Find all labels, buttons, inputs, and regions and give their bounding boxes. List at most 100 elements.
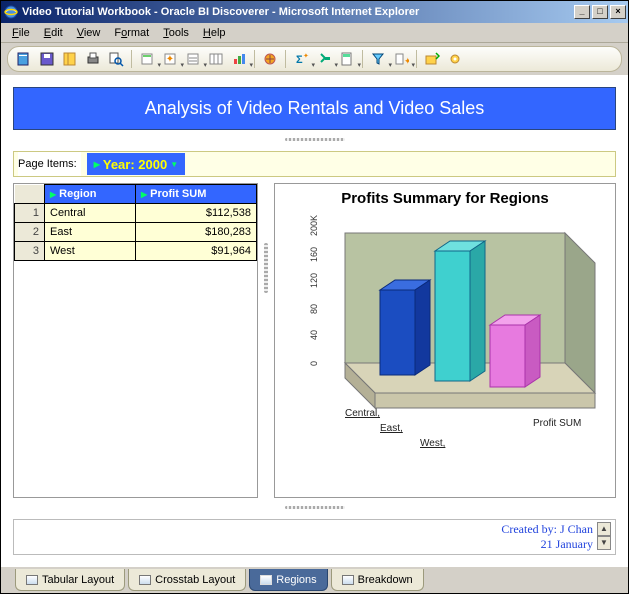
close-button[interactable]: × xyxy=(610,5,626,19)
svg-text:West,: West, xyxy=(420,438,445,449)
export-icon[interactable] xyxy=(422,49,442,69)
svg-text:160: 160 xyxy=(309,247,319,262)
page-items-bar: Page Items: ▶ Year: 2000 ▼ xyxy=(13,151,616,177)
menu-format[interactable]: Format xyxy=(107,25,156,41)
col-profit[interactable]: ▶Profit SUM xyxy=(135,185,256,204)
svg-text:✦: ✦ xyxy=(303,52,309,60)
splitter-horizontal-2[interactable] xyxy=(285,506,345,509)
cell-profit: $180,283 xyxy=(135,223,256,242)
report-banner: Analysis of Video Rentals and Video Sale… xyxy=(13,87,616,130)
svg-text:40: 40 xyxy=(309,330,319,340)
cell-region: Central xyxy=(45,204,136,223)
report-title: Analysis of Video Rentals and Video Sale… xyxy=(145,98,485,118)
maximize-button[interactable]: □ xyxy=(592,5,608,19)
bar-east[interactable] xyxy=(435,241,485,381)
year-value: 2000 xyxy=(138,157,167,172)
parameters-icon[interactable]: ✦ xyxy=(391,49,411,69)
data-table-pane: ▶Region ▶Profit SUM 1 Central $112,538 2… xyxy=(13,183,258,498)
year-selector[interactable]: ▶ Year: 2000 ▼ xyxy=(87,153,185,175)
drill-icon[interactable] xyxy=(260,49,280,69)
sheet-icon xyxy=(260,575,272,585)
splitter-vertical[interactable] xyxy=(264,243,268,293)
new-sheet-icon[interactable]: ✦ xyxy=(160,49,180,69)
created-date-text: 21 January xyxy=(501,537,593,552)
minimize-button[interactable]: _ xyxy=(574,5,590,19)
menubar: File Edit View Format Tools Help xyxy=(1,23,628,43)
chart-pane: Profits Summary for Regions xyxy=(274,183,616,498)
conditions-icon[interactable] xyxy=(368,49,388,69)
app-window: Video Tutorial Workbook - Oracle BI Disc… xyxy=(0,0,629,594)
page-items-label: Page Items: xyxy=(18,152,81,176)
open-icon[interactable] xyxy=(14,49,34,69)
y-axis-ticks: 0 40 80 120 160 200K xyxy=(309,215,319,366)
toolbar: ✦ Σ✦ ✦ xyxy=(1,43,628,75)
chart-title: Profits Summary for Regions xyxy=(281,190,609,207)
svg-text:200K: 200K xyxy=(309,215,319,236)
svg-text:0: 0 xyxy=(309,361,319,366)
year-label: Year: xyxy=(103,157,135,172)
menu-file[interactable]: File xyxy=(5,25,37,41)
svg-text:East,: East, xyxy=(380,423,403,434)
created-by-text: Created by: J Chan xyxy=(501,522,593,537)
workbook-icon[interactable] xyxy=(60,49,80,69)
svg-text:Central,: Central, xyxy=(345,408,380,419)
row-header: 2 xyxy=(15,223,45,242)
edit-sheet-icon[interactable] xyxy=(183,49,203,69)
titlebar[interactable]: Video Tutorial Workbook - Oracle BI Disc… xyxy=(1,1,628,23)
svg-text:Σ: Σ xyxy=(296,54,303,66)
chart-floor-front xyxy=(375,393,595,408)
layout-icon[interactable] xyxy=(206,49,226,69)
tab-regions[interactable]: Regions xyxy=(249,569,327,591)
tab-tabular-layout[interactable]: Tabular Layout xyxy=(15,569,125,591)
print-icon[interactable] xyxy=(83,49,103,69)
preview-icon[interactable] xyxy=(106,49,126,69)
svg-text:120: 120 xyxy=(309,273,319,288)
menu-help[interactable]: Help xyxy=(196,25,233,41)
svg-text:80: 80 xyxy=(309,304,319,314)
content-area: Analysis of Video Rentals and Video Sale… xyxy=(1,75,628,567)
col-region[interactable]: ▶Region xyxy=(45,185,136,204)
tab-crosstab-layout[interactable]: Crosstab Layout xyxy=(128,569,246,591)
svg-text:✦: ✦ xyxy=(166,54,174,65)
row-header: 3 xyxy=(15,242,45,261)
footnote-bar: Created by: J Chan 21 January ▲ ▼ xyxy=(13,519,616,555)
sheet-icon xyxy=(342,575,354,585)
menu-tools[interactable]: Tools xyxy=(156,25,196,41)
chart-icon[interactable] xyxy=(229,49,249,69)
x-axis-labels: Central, East, West, xyxy=(345,408,445,449)
refresh-icon[interactable] xyxy=(137,49,157,69)
table-corner xyxy=(15,185,45,204)
sheet-icon xyxy=(139,575,151,585)
options-icon[interactable] xyxy=(445,49,465,69)
bar-central[interactable] xyxy=(380,280,430,375)
tab-breakdown[interactable]: Breakdown xyxy=(331,569,424,591)
cell-profit: $112,538 xyxy=(135,204,256,223)
data-table: ▶Region ▶Profit SUM 1 Central $112,538 2… xyxy=(14,184,257,261)
table-row[interactable]: 2 East $180,283 xyxy=(15,223,257,242)
triangle-left-icon: ▶ xyxy=(94,160,100,169)
dropdown-icon[interactable]: ▼ xyxy=(170,160,178,169)
calc-icon[interactable] xyxy=(337,49,357,69)
svg-text:✦: ✦ xyxy=(404,56,409,66)
bar-chart-3d[interactable]: 0 40 80 120 160 200K xyxy=(281,213,609,453)
scroll-down-button[interactable]: ▼ xyxy=(597,536,611,550)
sort-icon[interactable]: Σ✦ xyxy=(291,49,311,69)
scroll-up-button[interactable]: ▲ xyxy=(597,522,611,536)
ie-icon xyxy=(3,4,19,20)
window-title: Video Tutorial Workbook - Oracle BI Disc… xyxy=(22,6,574,18)
totals-icon[interactable] xyxy=(314,49,334,69)
splitter-horizontal[interactable] xyxy=(285,138,345,141)
menu-edit[interactable]: Edit xyxy=(37,25,70,41)
sheet-icon xyxy=(26,575,38,585)
cell-profit: $91,964 xyxy=(135,242,256,261)
table-row[interactable]: 1 Central $112,538 xyxy=(15,204,257,223)
series-label: Profit SUM xyxy=(533,418,581,429)
row-header: 1 xyxy=(15,204,45,223)
sheet-tabs: Tabular Layout Crosstab Layout Regions B… xyxy=(1,567,628,593)
menu-view[interactable]: View xyxy=(70,25,108,41)
cell-region: West xyxy=(45,242,136,261)
table-row[interactable]: 3 West $91,964 xyxy=(15,242,257,261)
bar-west[interactable] xyxy=(490,315,540,387)
cell-region: East xyxy=(45,223,136,242)
save-icon[interactable] xyxy=(37,49,57,69)
